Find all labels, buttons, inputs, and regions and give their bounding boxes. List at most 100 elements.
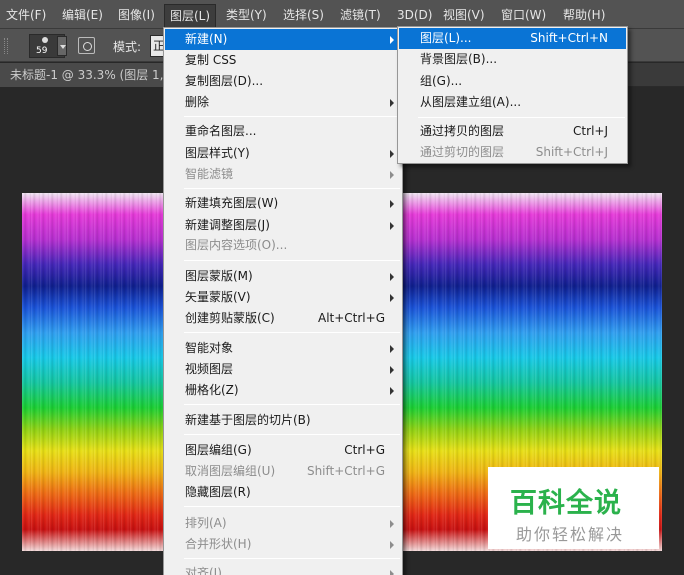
brush-panel-icon[interactable] <box>78 37 95 54</box>
layer-menu-item-create-clipping-mask[interactable]: 创建剪贴蒙版(C) Alt+Ctrl+G <box>165 308 401 329</box>
submenu-arrow-icon <box>390 36 394 44</box>
layer-menu-item-duplicate[interactable]: 复制图层(D)... <box>165 71 401 92</box>
layer-menu-item-align[interactable]: 对齐(I) <box>165 563 401 575</box>
submenu-arrow-icon <box>390 150 394 158</box>
watermark-logo: 百科全说 助你轻松解决 <box>488 467 659 549</box>
brush-dropdown-button[interactable] <box>57 36 67 56</box>
layer-menu-item-layer-style[interactable]: 图层样式(Y) <box>165 143 401 164</box>
menu-3d[interactable]: 3D(D) <box>397 6 432 24</box>
menu-separator <box>418 117 625 118</box>
menu-item-label: 图层编组(G) <box>185 443 252 457</box>
menu-item-label: 新建基于图层的切片(B) <box>185 413 311 427</box>
layer-menu-item-vector-mask[interactable]: 矢量蒙版(V) <box>165 287 401 308</box>
menu-separator <box>184 506 400 507</box>
menu-item-shortcut: Shift+Ctrl+N <box>530 31 608 45</box>
new-submenu: 图层(L)... Shift+Ctrl+N 背景图层(B)... 组(G)... … <box>397 26 628 164</box>
submenu-arrow-icon <box>390 99 394 107</box>
mode-label: 模式: <box>113 40 142 54</box>
submenu-arrow-icon <box>390 294 394 302</box>
menu-item-label: 新建填充图层(W) <box>185 196 279 210</box>
submenu-arrow-icon <box>390 171 394 179</box>
submenu-arrow-icon <box>390 387 394 395</box>
menu-layer[interactable]: 图层(L) <box>164 4 217 27</box>
menu-separator <box>184 260 400 261</box>
menu-item-label: 矢量蒙版(V) <box>185 290 251 304</box>
layer-menu-item-delete[interactable]: 删除 <box>165 92 401 113</box>
layer-menu-item-ungroup-layers[interactable]: 取消图层编组(U) Shift+Ctrl+G <box>165 461 401 482</box>
layer-menu-item-rasterize[interactable]: 栅格化(Z) <box>165 380 401 401</box>
submenu-arrow-icon <box>390 222 394 230</box>
menu-item-label: 图层样式(Y) <box>185 146 250 160</box>
menu-item-label: 视频图层 <box>185 362 234 376</box>
layer-menu-item-smart-object[interactable]: 智能对象 <box>165 338 401 359</box>
menu-item-label: 图层蒙版(M) <box>185 269 253 283</box>
layer-menu: 新建(N) 复制 CSS 复制图层(D)... 删除 重命名图层... 图层样式… <box>163 27 403 575</box>
menu-item-label: 删除 <box>185 95 210 109</box>
menu-item-shortcut: Ctrl+J <box>573 124 608 138</box>
menu-separator <box>184 558 400 559</box>
menu-window[interactable]: 窗口(W) <box>501 6 546 24</box>
layer-menu-item-arrange[interactable]: 排列(A) <box>165 513 401 534</box>
menu-item-label: 栅格化(Z) <box>185 383 239 397</box>
new-submenu-item-group[interactable]: 组(G)... <box>399 71 626 92</box>
layer-menu-item-hide-layers[interactable]: 隐藏图层(R) <box>165 482 401 503</box>
submenu-arrow-icon <box>390 200 394 208</box>
menu-separator <box>184 434 400 435</box>
menu-item-label: 复制图层(D)... <box>185 74 264 88</box>
menu-separator <box>184 332 400 333</box>
menu-file[interactable]: 文件(F) <box>6 6 46 24</box>
layer-menu-item-new[interactable]: 新建(N) <box>165 29 401 50</box>
menu-item-shortcut: Shift+Ctrl+G <box>306 464 385 478</box>
menu-item-label: 取消图层编组(U) <box>185 464 276 478</box>
menu-item-label: 从图层建立组(A)... <box>420 95 522 109</box>
menu-item-label: 新建调整图层(J) <box>185 218 270 232</box>
brush-size-value: 59 <box>36 46 48 56</box>
layer-menu-item-video-layers[interactable]: 视频图层 <box>165 359 401 380</box>
new-submenu-item-layer[interactable]: 图层(L)... Shift+Ctrl+N <box>399 28 626 49</box>
submenu-arrow-icon <box>390 345 394 353</box>
menu-item-label: 重命名图层... <box>185 124 257 138</box>
layer-menu-item-smart-filter[interactable]: 智能滤镜 <box>165 164 401 185</box>
new-submenu-item-layer-via-copy[interactable]: 通过拷贝的图层 Ctrl+J <box>399 121 626 142</box>
layer-menu-item-rename[interactable]: 重命名图层... <box>165 121 401 142</box>
new-submenu-item-group-from-layers[interactable]: 从图层建立组(A)... <box>399 92 626 113</box>
submenu-arrow-icon <box>390 541 394 549</box>
menu-image[interactable]: 图像(I) <box>118 6 155 24</box>
menu-item-label: 新建(N) <box>185 32 228 46</box>
menu-item-label: 组(G)... <box>420 74 463 88</box>
menu-separator <box>184 404 400 405</box>
menu-filter[interactable]: 滤镜(T) <box>340 6 381 24</box>
submenu-arrow-icon <box>390 520 394 528</box>
layer-menu-item-new-layer-based-slice[interactable]: 新建基于图层的切片(B) <box>165 410 401 431</box>
layer-menu-item-combine-shapes[interactable]: 合并形状(H) <box>165 534 401 555</box>
layer-menu-item-layer-mask[interactable]: 图层蒙版(M) <box>165 266 401 287</box>
menu-item-label: 复制 CSS <box>185 53 237 67</box>
menu-item-shortcut: Ctrl+G <box>344 443 385 457</box>
layer-menu-item-group-layers[interactable]: 图层编组(G) Ctrl+G <box>165 440 401 461</box>
menu-item-label: 对齐(I) <box>185 566 222 575</box>
menu-view[interactable]: 视图(V) <box>443 6 485 24</box>
menu-select[interactable]: 选择(S) <box>283 6 324 24</box>
layer-menu-item-copy-css[interactable]: 复制 CSS <box>165 50 401 71</box>
menu-item-label: 合并形状(H) <box>185 537 252 551</box>
layer-menu-item-new-adjustment-layer[interactable]: 新建调整图层(J) <box>165 215 401 236</box>
menu-item-label: 通过剪切的图层 <box>420 145 505 159</box>
document-tab[interactable]: 未标题-1 @ 33.3% (图层 1, RGB/8) <box>0 63 170 87</box>
menu-edit[interactable]: 编辑(E) <box>62 6 103 24</box>
menu-bar: 文件(F) 编辑(E) 图像(I) 图层(L) 类型(Y) 选择(S) 滤镜(T… <box>0 0 684 29</box>
menu-help[interactable]: 帮助(H) <box>563 6 605 24</box>
menu-item-label: 图层(L)... <box>420 31 472 45</box>
menu-item-label: 背景图层(B)... <box>420 52 498 66</box>
menu-item-label: 智能对象 <box>185 341 234 355</box>
submenu-arrow-icon <box>390 570 394 575</box>
options-grip[interactable] <box>4 38 8 54</box>
layer-menu-item-layer-content-options[interactable]: 图层内容选项(O)... <box>165 235 401 256</box>
submenu-arrow-icon <box>390 366 394 374</box>
layer-menu-item-new-fill-layer[interactable]: 新建填充图层(W) <box>165 193 401 214</box>
new-submenu-item-layer-via-cut[interactable]: 通过剪切的图层 Shift+Ctrl+J <box>399 142 626 163</box>
menu-item-shortcut: Shift+Ctrl+J <box>535 145 608 159</box>
menu-item-label: 智能滤镜 <box>185 167 234 181</box>
new-submenu-item-background-layer[interactable]: 背景图层(B)... <box>399 49 626 70</box>
menu-separator <box>184 116 400 117</box>
menu-type[interactable]: 类型(Y) <box>226 6 267 24</box>
